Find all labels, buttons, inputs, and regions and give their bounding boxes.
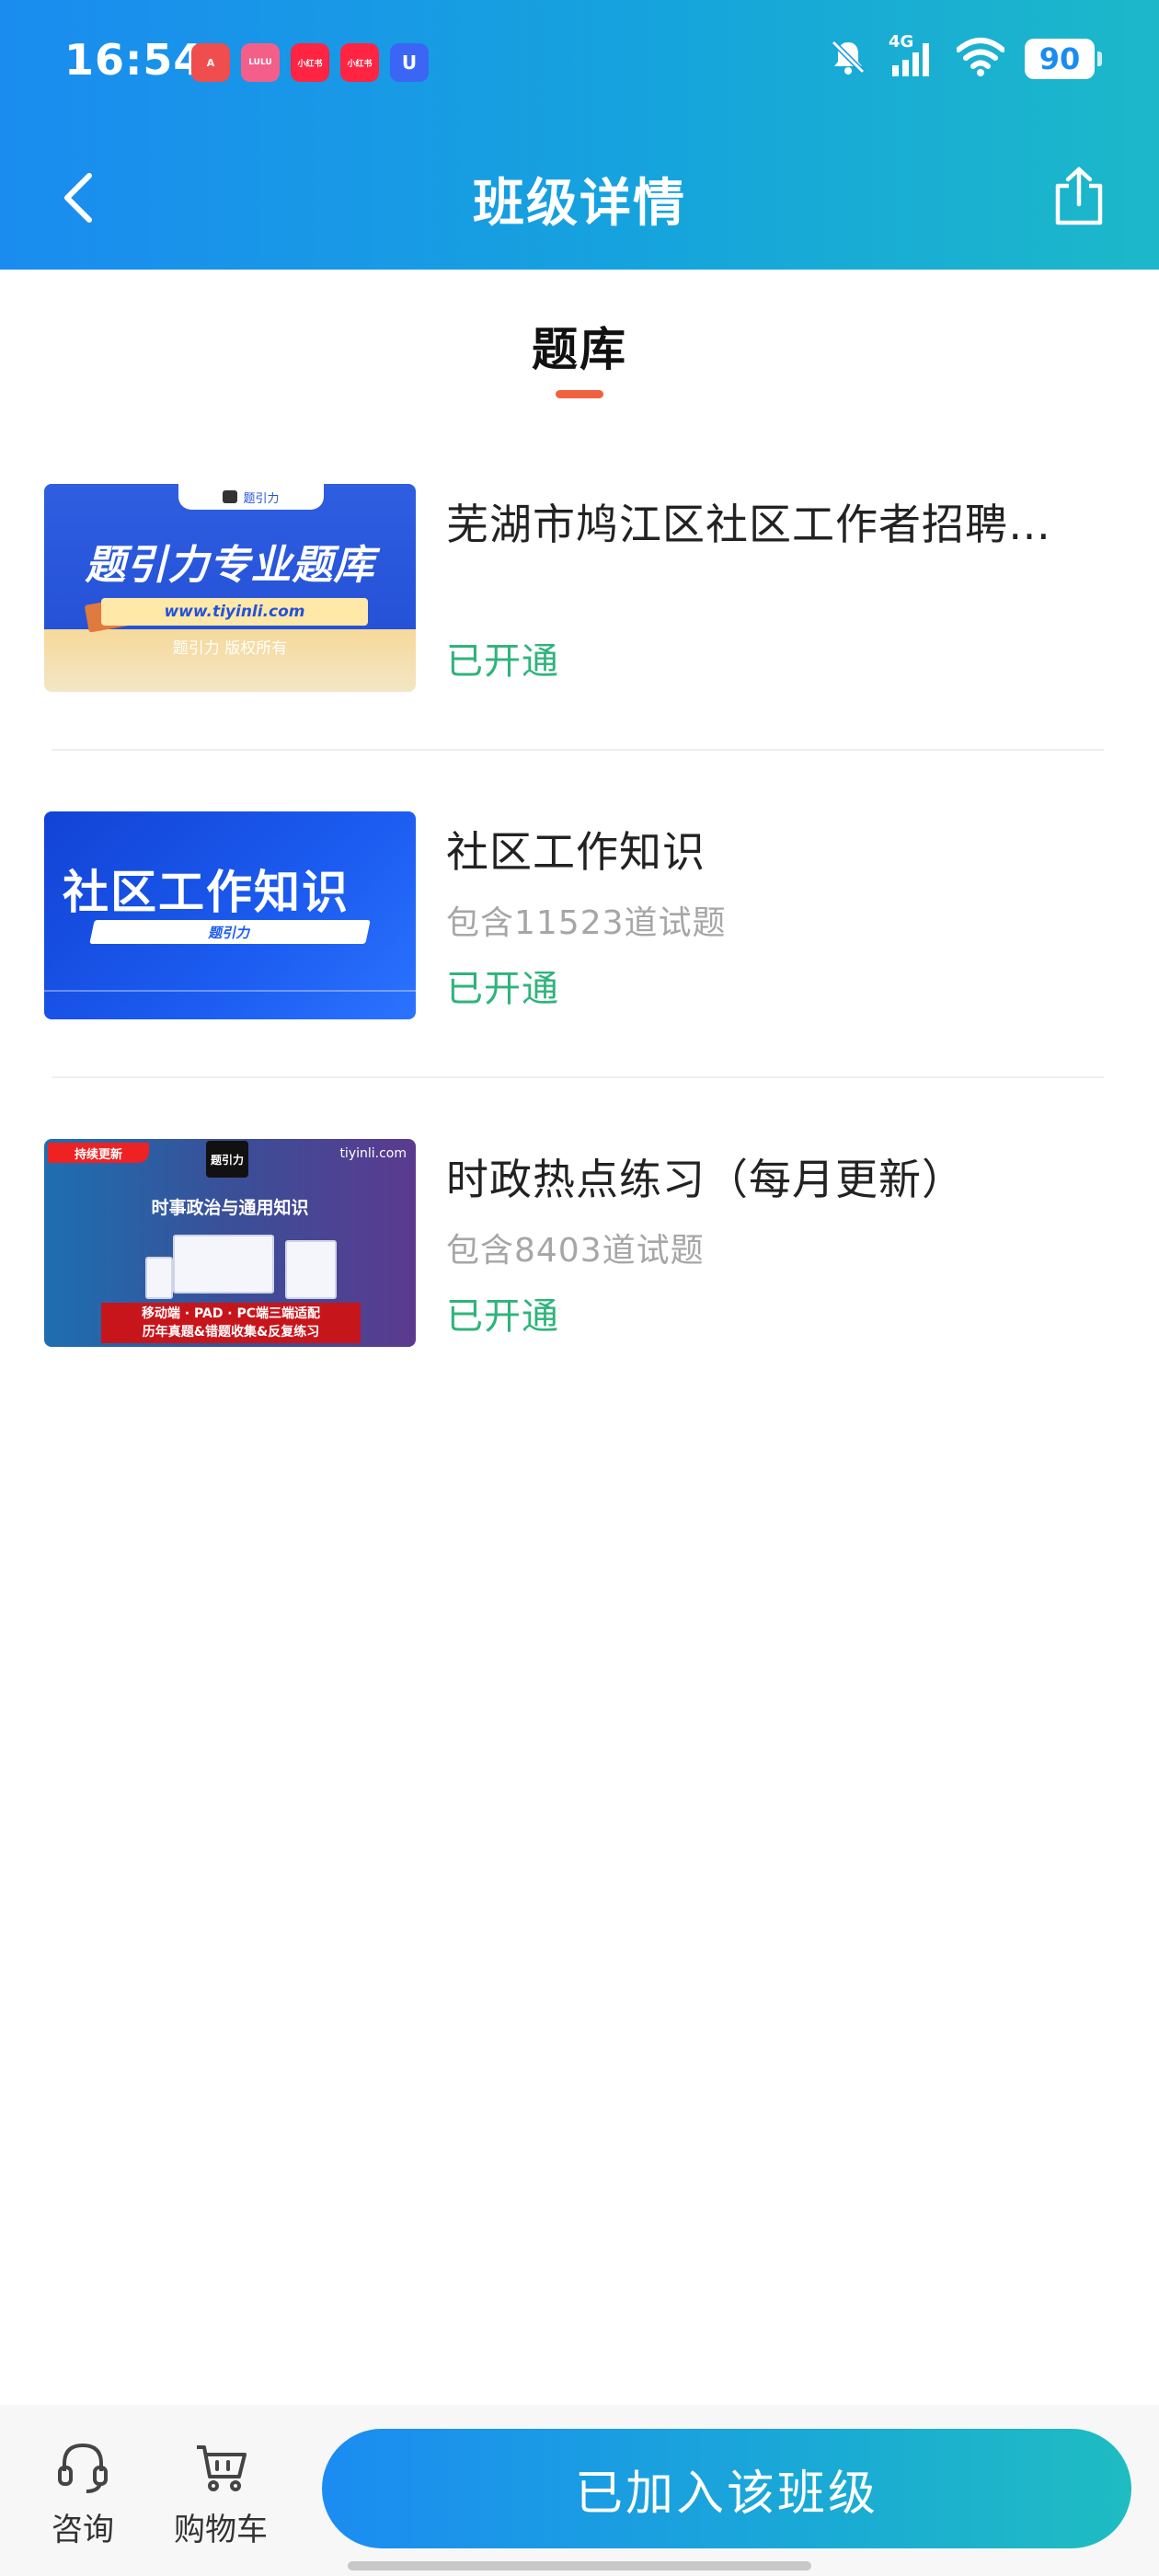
thumb-feature-line: 历年真题&错题收集&反复练习 xyxy=(142,1325,320,1340)
thumb-logo: 题引力 xyxy=(206,1141,248,1178)
thumb-badge: 持续更新 xyxy=(48,1143,149,1163)
question-bank-item[interactable]: 题引力 题引力专业题库 www.tiyinli.com 题引力 版权所有 芜湖市… xyxy=(44,484,1104,696)
notification-icons: A LULU 小红书 小红书 U xyxy=(191,43,429,82)
battery-indicator: 90 xyxy=(1025,39,1102,79)
item-status: 已开通 xyxy=(446,968,559,1010)
cart-icon xyxy=(166,2438,276,2497)
tablet-icon xyxy=(285,1240,337,1299)
bottom-action-bar: 咨询 购物车 已加入该班级 xyxy=(0,2405,1159,2576)
divider xyxy=(52,1076,1104,1078)
app-a-icon: A xyxy=(191,43,230,82)
question-bank-item[interactable]: 社区工作知识 题引力 社区工作知识 包含11523道试题 已开通 xyxy=(44,811,1104,1023)
thumb-feature-line: 移动端 · PAD · PC端三端适配 xyxy=(141,1306,321,1321)
thumb-tab-label: 题引力 xyxy=(243,491,280,506)
home-indicator[interactable] xyxy=(348,2561,811,2570)
item-question-count: 包含8403道试题 xyxy=(446,1232,705,1270)
thumb-feature-box: 移动端 · PAD · PC端三端适配 历年真题&错题收集&反复练习 xyxy=(101,1303,361,1343)
xiaohongshu-icon: 小红书 xyxy=(340,43,379,82)
tab-question-bank[interactable]: 题库 xyxy=(0,313,1159,379)
course-thumbnail: 持续更新 题引力 tiyinli.com 时事政治与通用知识 移动端 · PAD… xyxy=(44,1139,416,1347)
cellular-signal-icon: 4G xyxy=(889,32,936,80)
wifi-icon xyxy=(956,37,1005,81)
monitor-icon xyxy=(173,1235,274,1294)
divider xyxy=(52,749,1104,751)
course-thumbnail: 社区工作知识 题引力 xyxy=(44,811,416,1019)
item-status: 已开通 xyxy=(446,640,559,683)
tab-active-indicator xyxy=(556,390,603,398)
status-right: 4G 90 xyxy=(828,32,1102,81)
thumb-url: www.tiyinli.com xyxy=(101,598,368,626)
headset-icon xyxy=(28,2438,138,2497)
page: 16:54 A LULU 小红书 小红书 U 4G 90 班级详情 题库 题引力… xyxy=(0,0,1159,2576)
item-title: 时政热点练习（每月更新） xyxy=(446,1155,965,1204)
consult-label: 咨询 xyxy=(52,2512,114,2548)
lulu-app-icon: LULU xyxy=(241,43,280,82)
thumb-site: tiyinli.com xyxy=(339,1146,407,1161)
item-info: 时政热点练习（每月更新） 包含8403道试题 已开通 xyxy=(446,1139,1118,1347)
question-bank-item[interactable]: 持续更新 题引力 tiyinli.com 时事政治与通用知识 移动端 · PAD… xyxy=(44,1139,1104,1351)
phone-icon xyxy=(145,1257,173,1299)
thumb-line xyxy=(44,990,416,992)
consult-button[interactable]: 咨询 xyxy=(28,2405,138,2576)
course-thumbnail: 题引力 题引力专业题库 www.tiyinli.com 题引力 版权所有 xyxy=(44,484,416,692)
thumb-heading: 题引力专业题库 xyxy=(85,542,375,589)
u-app-icon: U xyxy=(390,43,429,82)
tab-label: 题库 xyxy=(532,323,627,376)
header: 16:54 A LULU 小红书 小红书 U 4G 90 班级详情 xyxy=(0,0,1159,270)
status-bar: 16:54 A LULU 小红书 小红书 U 4G 90 xyxy=(0,0,1159,124)
status-time: 16:54 xyxy=(64,35,204,85)
cart-label: 购物车 xyxy=(174,2512,268,2548)
item-status: 已开通 xyxy=(446,1295,559,1338)
thumb-heading: 社区工作知识 xyxy=(63,866,350,919)
thumb-tab: 题引力 xyxy=(178,484,324,510)
joined-class-button[interactable]: 已加入该班级 xyxy=(322,2429,1131,2548)
item-title: 社区工作知识 xyxy=(446,827,706,877)
item-title: 芜湖市鸠江区社区工作者招聘… xyxy=(446,500,1051,549)
thumb-bar: 题引力 xyxy=(89,920,371,944)
xiaohongshu-icon: 小红书 xyxy=(291,43,329,82)
mute-bell-icon xyxy=(828,37,868,81)
page-title: 班级详情 xyxy=(473,174,686,234)
thumb-subtitle: 时事政治与通用知识 xyxy=(151,1198,309,1218)
item-info: 社区工作知识 包含11523道试题 已开通 xyxy=(446,811,1118,1019)
thumb-copyright: 题引力 版权所有 xyxy=(172,639,288,658)
thumb-logo-icon xyxy=(223,490,238,503)
share-button[interactable] xyxy=(1043,160,1115,232)
cart-button[interactable]: 购物车 xyxy=(166,2405,276,2576)
share-icon xyxy=(1055,167,1103,225)
nav-bar: 班级详情 xyxy=(0,147,1159,248)
item-info: 芜湖市鸠江区社区工作者招聘… 已开通 xyxy=(446,484,1118,692)
item-question-count: 包含11523道试题 xyxy=(446,904,727,942)
